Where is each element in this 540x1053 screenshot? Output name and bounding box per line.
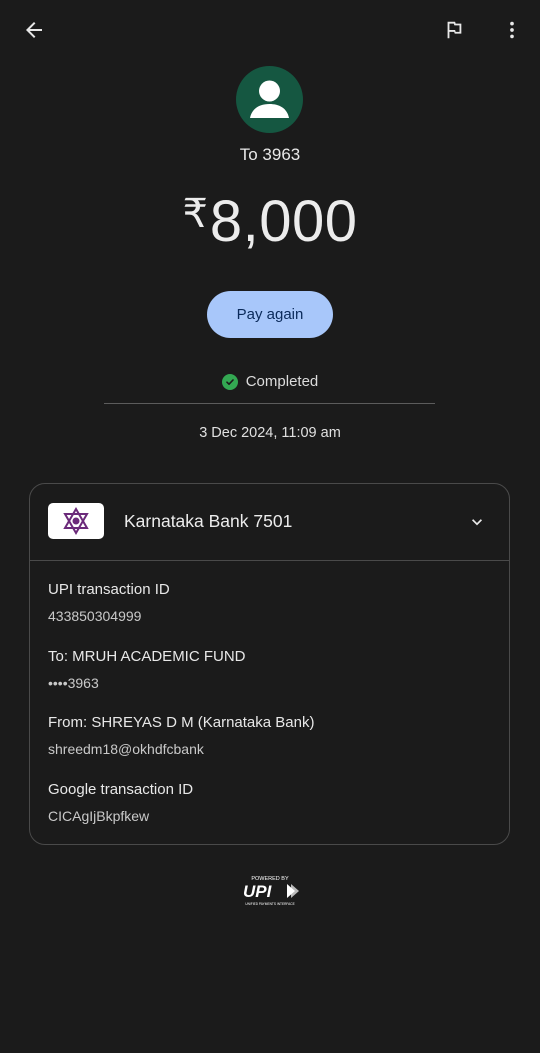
pay-again-button[interactable]: Pay again [207, 291, 333, 338]
bank-account-name: Karnataka Bank 7501 [124, 511, 293, 531]
divider [104, 403, 435, 404]
arrow-left-icon [26, 22, 42, 38]
detail-from-account: From: SHREYAS D M (Karnataka Bank) shree… [48, 714, 314, 757]
upi-tagline: UNIFIED PAYMENTS INTERFACE [245, 902, 294, 906]
top-app-bar [0, 0, 540, 60]
detail-label: UPI transaction ID [48, 581, 170, 598]
check-circle-icon [221, 373, 238, 390]
chevron-down-icon [472, 519, 482, 526]
detail-google-transaction-id: Google transaction ID CICAgIjBkpfkew [48, 781, 193, 824]
person-icon [250, 80, 289, 118]
transaction-timestamp: 3 Dec 2024, 11:09 am [199, 425, 341, 441]
more-options-button[interactable] [492, 12, 532, 48]
payment-amount: ₹8,000 [0, 188, 540, 255]
karnataka-bank-logo-icon [48, 503, 104, 539]
more-vertical-icon [510, 21, 514, 39]
upi-logo-icon: POWERED BY UPI UNIFIED PAYMENTS INTERFAC… [243, 876, 299, 906]
status-row: Completed [0, 373, 540, 390]
detail-to-account: To: MRUH ACADEMIC FUND ••••3963 [48, 648, 246, 691]
status-text: Completed [245, 373, 319, 390]
back-button[interactable] [12, 12, 56, 48]
recipient-label: To 3963 [239, 145, 301, 164]
report-button[interactable] [432, 12, 476, 48]
flag-icon [447, 21, 462, 39]
detail-label: From: SHREYAS D M (Karnataka Bank) [48, 714, 315, 731]
detail-label: Google transaction ID [48, 781, 194, 798]
currency-symbol: ₹ [182, 192, 208, 236]
detail-label: To: MRUH ACADEMIC FUND [48, 648, 246, 665]
avatar [236, 66, 303, 133]
detail-upi-transaction-id: UPI transaction ID 433850304999 [48, 581, 170, 624]
bank-account-header[interactable]: Karnataka Bank 7501 [30, 484, 509, 561]
detail-value: ••••3963 [48, 675, 99, 691]
transaction-details-card: Karnataka Bank 7501 UPI transaction ID 4… [29, 483, 510, 845]
detail-value: shreedm18@okhdfcbank [48, 741, 204, 757]
amount-value: 8,000 [209, 189, 358, 254]
detail-value: 433850304999 [48, 608, 142, 624]
detail-value: CICAgIjBkpfkew [48, 808, 150, 824]
upi-wordmark: UPI [243, 882, 273, 901]
